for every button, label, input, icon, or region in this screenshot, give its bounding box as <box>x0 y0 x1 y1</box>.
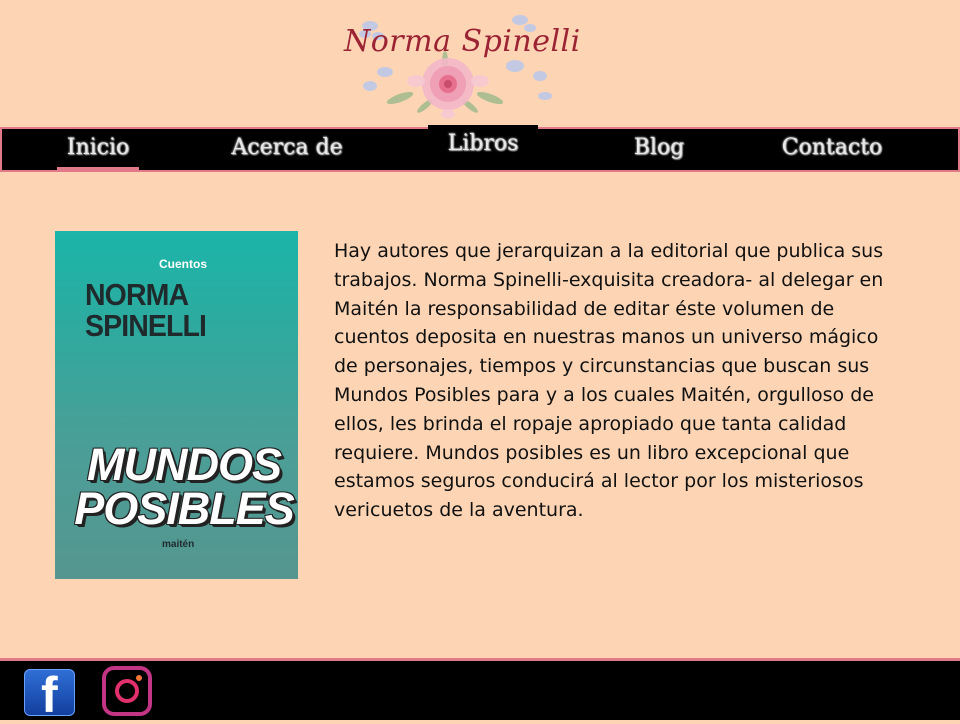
cover-author-line: NORMA <box>85 277 189 312</box>
logo-text: Norma Spinelli <box>344 24 581 59</box>
nav-item-inicio[interactable]: Inicio <box>57 129 139 170</box>
footer: f <box>0 658 960 723</box>
nav-item-blog[interactable]: Blog <box>618 129 700 170</box>
cover-title-line: POSIBLES <box>74 483 295 534</box>
book-cover-image: Cuentos NORMA SPINELLI MUNDOS POSIBLES m… <box>55 231 298 579</box>
cover-author: NORMA SPINELLI <box>85 277 207 343</box>
nav-item-libros[interactable]: Libros <box>428 125 538 166</box>
instagram-icon[interactable] <box>102 666 152 716</box>
site-logo[interactable]: Norma Spinelli <box>330 6 580 124</box>
cover-label: Cuentos <box>159 257 207 271</box>
main-nav: Inicio Acerca de Libros Blog Contacto <box>0 125 960 172</box>
cover-title-line: MUNDOS <box>87 439 282 490</box>
book-description: Hay autores que jerarquizan a la editori… <box>334 240 884 522</box>
facebook-icon[interactable]: f <box>24 667 75 723</box>
nav-item-contacto[interactable]: Contacto <box>770 129 894 170</box>
cover-publisher: maitén <box>162 539 195 550</box>
cover-title: MUNDOS POSIBLES <box>69 439 298 534</box>
cover-author-line: SPINELLI <box>85 308 207 343</box>
nav-item-acerca-de[interactable]: Acerca de <box>220 129 354 170</box>
